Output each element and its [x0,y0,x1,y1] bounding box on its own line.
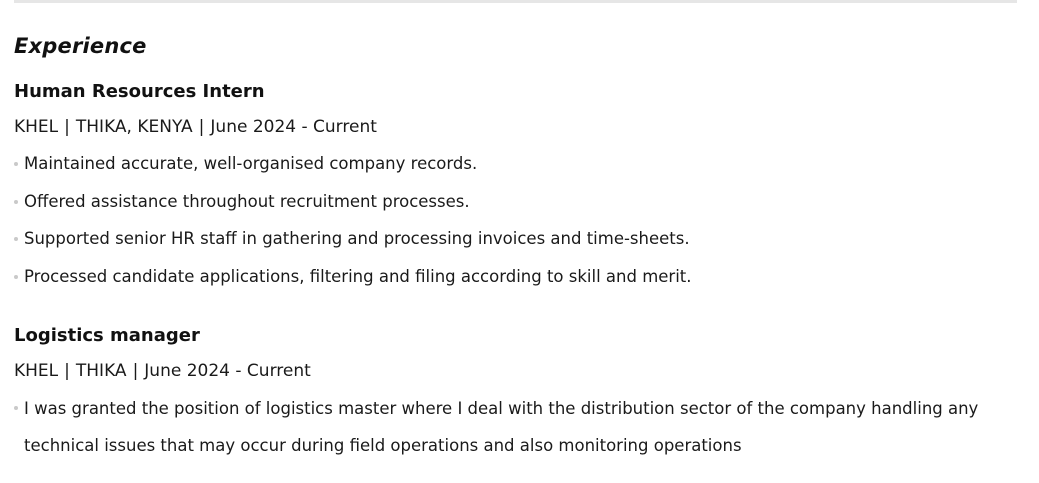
bullet-text: I was granted the position of logistics … [24,399,979,455]
bullet-dot-icon [14,406,18,410]
job-meta: KHEL | THIKA, KENYA | June 2024 - Current [14,116,1024,138]
bullet-item: Processed candidate applications, filter… [14,266,1024,288]
meta-separator: | [64,361,70,381]
job-dates: June 2024 - Current [144,361,311,381]
job-bullets: Maintained accurate, well-organised comp… [14,153,1024,288]
job-entry: Logistics manager KHEL | THIKA | June 2024 -… [14,324,1024,464]
bullet-dot-icon [14,199,18,204]
section-title: Experience [14,34,147,58]
bullet-text: Maintained accurate, well-organised comp… [24,154,478,173]
bullet-item: Offered assistance throughout recruitmen… [14,191,1024,213]
bullet-dot-icon [14,237,18,241]
meta-separator: | [64,117,70,137]
bullet-item: Supported senior HR staff in gathering a… [14,228,1024,250]
top-divider [14,0,1017,3]
job-title: Human Resources Intern [14,81,265,102]
job-company: KHEL [14,361,59,381]
bullet-text: Supported senior HR staff in gathering a… [24,229,690,248]
job-dates: June 2024 - Current [210,117,377,137]
bullet-dot-icon [14,274,18,279]
bullet-text: Offered assistance throughout recruitmen… [24,191,470,211]
job-location: THIKA, KENYA [75,117,193,137]
bullet-text: Processed candidate applications, filter… [24,266,692,286]
bullet-item: I was granted the position of logistics … [14,390,1024,464]
bullet-dot-icon [14,162,18,166]
meta-separator: | [198,117,205,137]
job-title: Logistics manager [14,325,200,346]
meta-separator: | [132,361,139,381]
bullet-item: Maintained accurate, well-organised comp… [14,153,1024,175]
job-company: KHEL [14,117,59,137]
job-meta: KHEL | THIKA | June 2024 - Current [14,360,1024,382]
job-entry: Human Resources Intern KHEL | THIKA, KENYA… [14,80,1024,303]
job-bullets: I was granted the position of logistics … [14,390,1024,464]
job-location: THIKA [75,361,127,381]
